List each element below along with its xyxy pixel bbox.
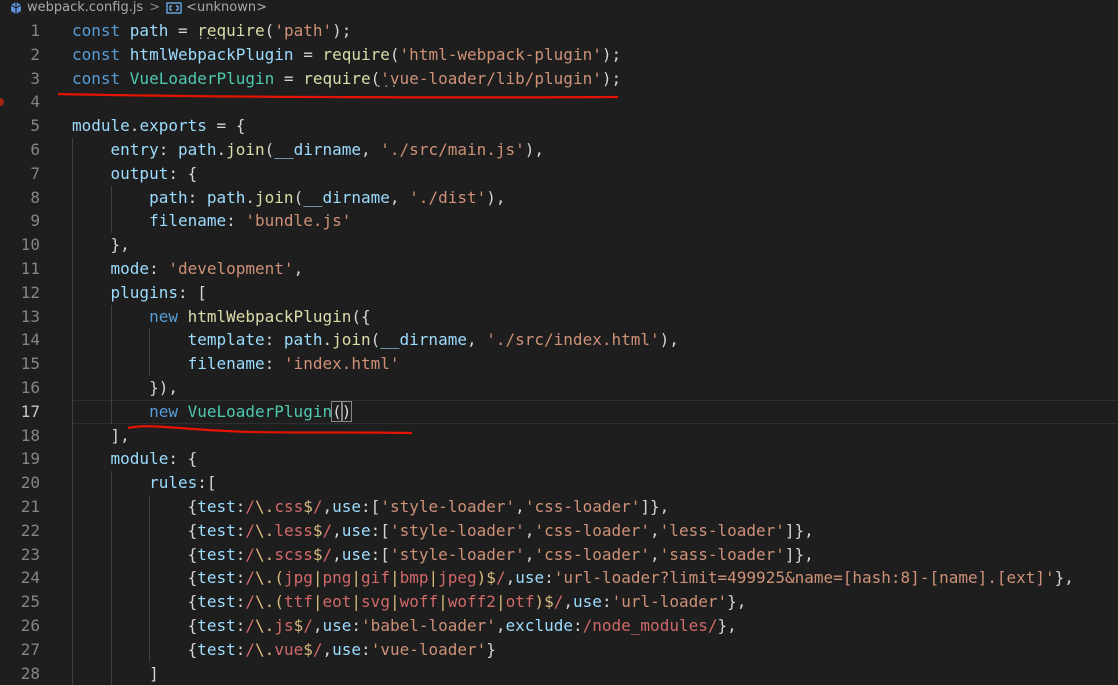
annotation-overlay: [57, 92, 619, 435]
red-underline-line-17: [127, 425, 413, 435]
red-underline-line-3: [57, 92, 619, 99]
